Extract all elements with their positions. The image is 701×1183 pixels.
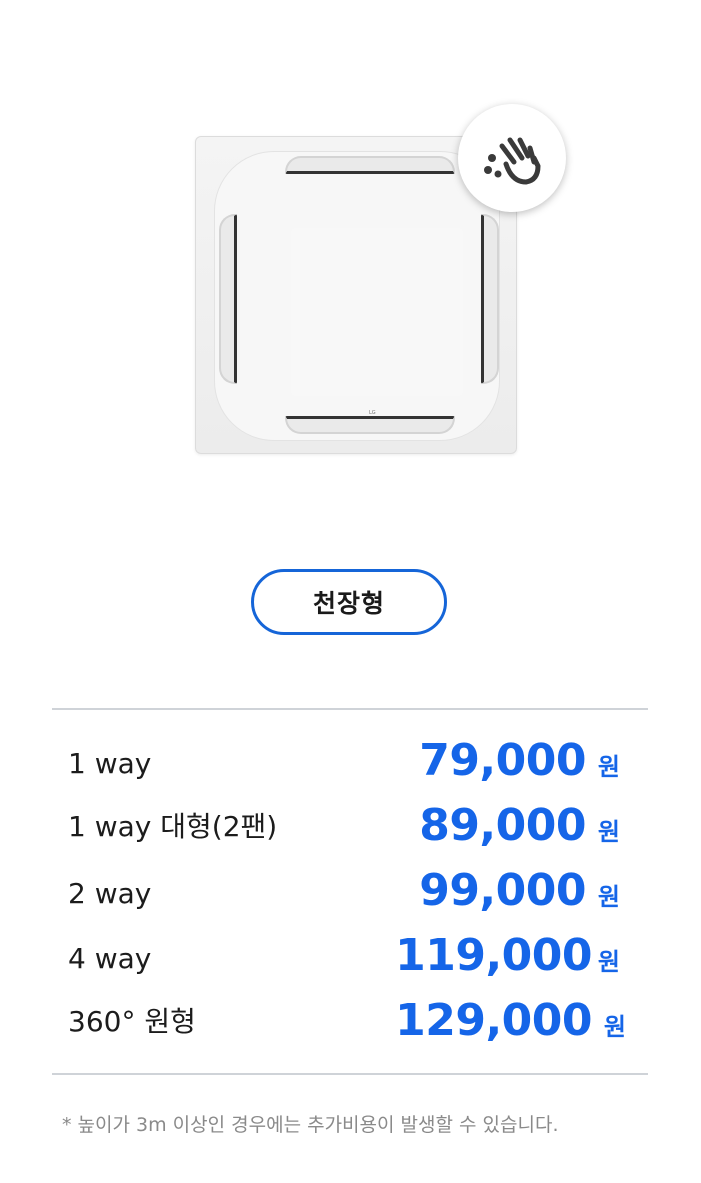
price-value: 79,000: [419, 735, 586, 786]
price-row: 2 way 99,000 원: [68, 862, 628, 922]
price-label: 4 way: [68, 942, 152, 975]
price-unit: 원: [597, 883, 620, 911]
price-unit: 원: [603, 1013, 626, 1041]
price-unit: 원: [597, 818, 620, 846]
product-type-badge: 천장형: [251, 569, 447, 635]
price-value: 99,000: [419, 865, 586, 916]
hand-wave-icon: [458, 104, 566, 212]
price-value: 89,000: [419, 800, 586, 851]
price-row: 4 way 119,000 원: [68, 927, 628, 987]
price-row: 1 way 79,000 원: [68, 732, 628, 792]
price-row: 1 way 대형(2팬) 89,000 원: [68, 797, 628, 857]
price-row: 360° 원형 129,000 원: [68, 992, 628, 1052]
air-intake-grille: [291, 228, 463, 396]
price-label: 360° 원형: [68, 1005, 196, 1038]
vent-left: [219, 214, 237, 384]
cassette-inner-panel: LG: [214, 151, 500, 441]
price-value: 129,000: [395, 995, 592, 1046]
vent-bottom: [285, 416, 455, 434]
price-label: 2 way: [68, 877, 152, 910]
vent-right: [481, 214, 499, 384]
divider-top: [52, 708, 648, 710]
price-unit: 원: [597, 753, 620, 781]
price-unit: 원: [597, 948, 620, 976]
brand-mark: LG: [369, 410, 376, 416]
price-label: 1 way 대형(2팬): [68, 810, 278, 843]
divider-bottom: [52, 1073, 648, 1075]
vent-top: [285, 156, 455, 174]
price-value: 119,000: [395, 930, 592, 981]
footnote: * 높이가 3m 이상인 경우에는 추가비용이 발생할 수 있습니다.: [62, 1114, 559, 1136]
price-label: 1 way: [68, 747, 152, 780]
product-image: LG: [190, 100, 570, 470]
